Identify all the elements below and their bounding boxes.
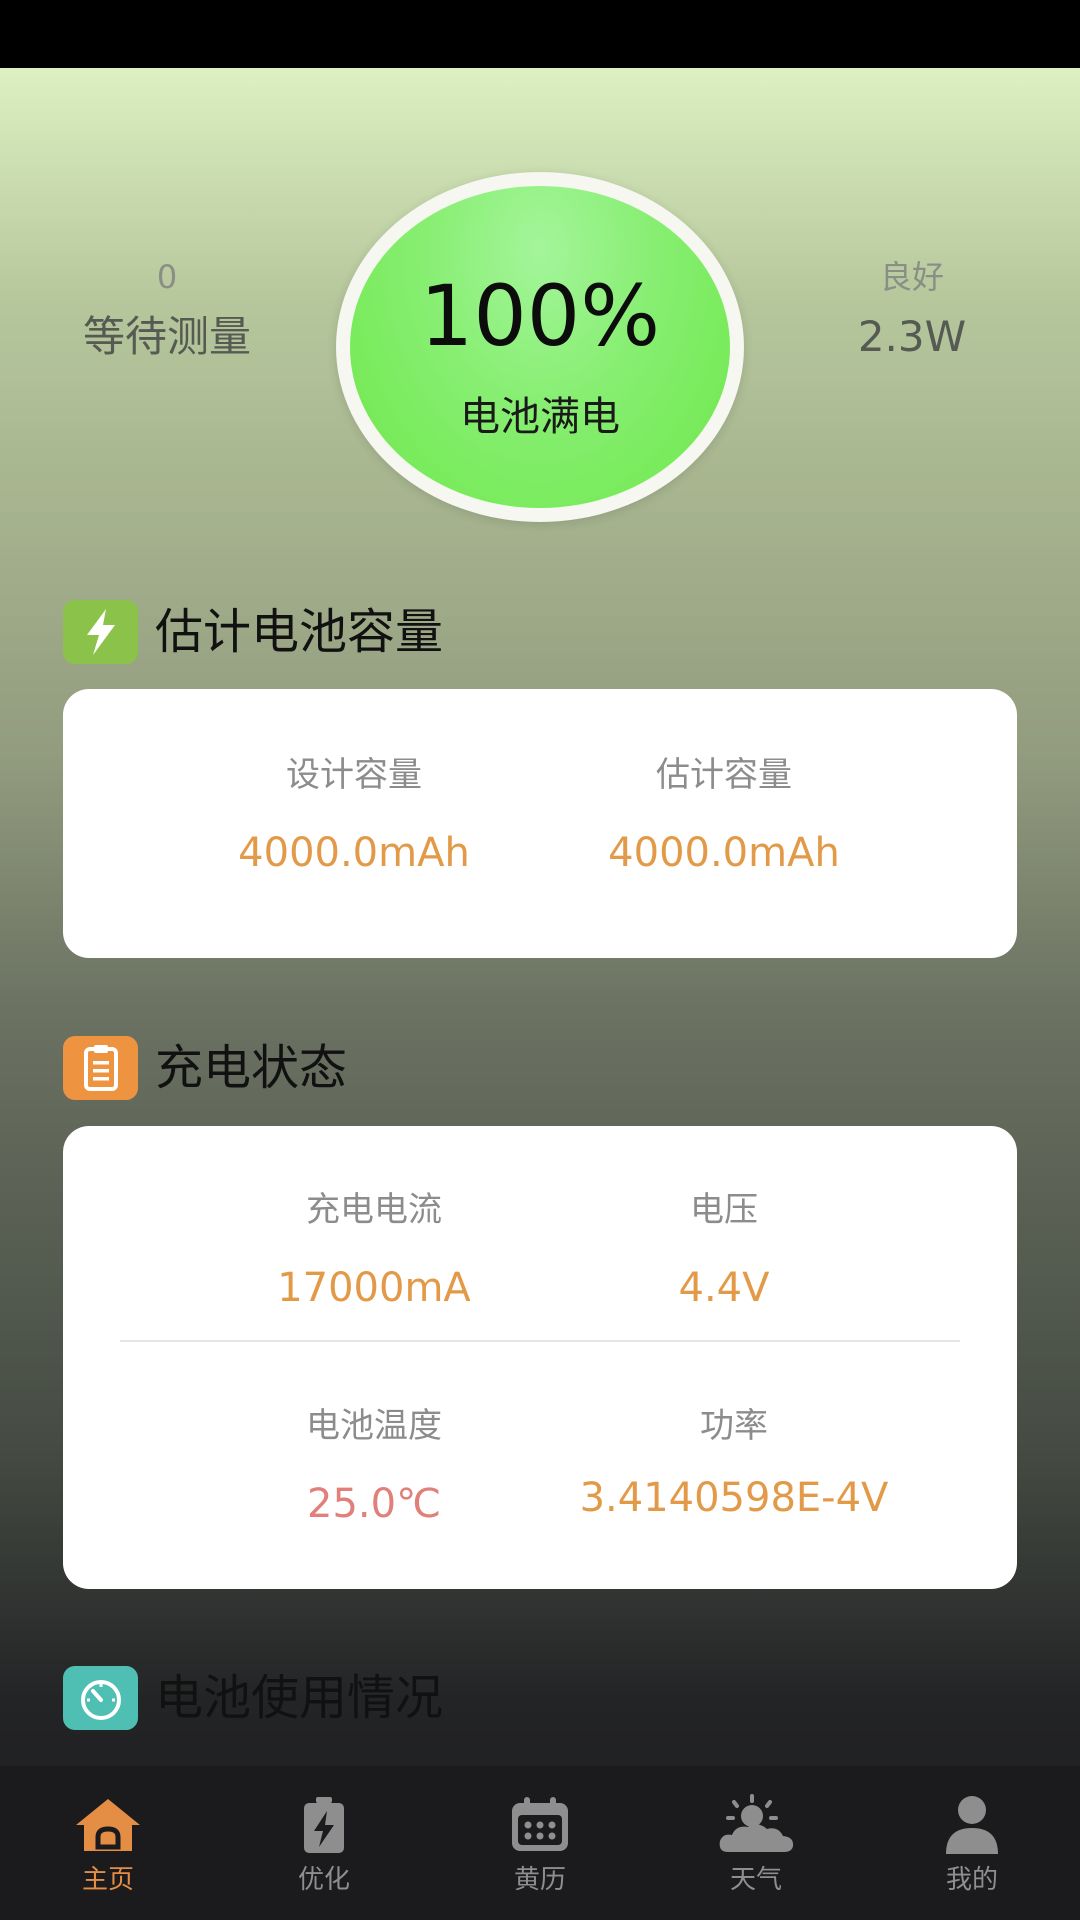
status-bar <box>0 0 1080 68</box>
right-stat: 良好 2.3W <box>782 255 1042 367</box>
nav-home[interactable]: 主页 <box>38 1790 178 1898</box>
charge-current-label: 充电电流 <box>306 1190 442 1230</box>
card-divider <box>120 1340 960 1342</box>
charge-current-value: 17000mA <box>277 1265 471 1311</box>
power-value: 3.4140598E-4V <box>579 1475 889 1521</box>
capacity-card: 设计容量 4000.0mAh 估计容量 4000.0mAh <box>63 689 1017 958</box>
nav-profile[interactable]: 我的 <box>902 1790 1042 1898</box>
nav-almanac[interactable]: 黄历 <box>470 1790 610 1898</box>
lightning-icon <box>63 600 138 664</box>
health-status: 良好 <box>879 258 944 296</box>
battery-temperature-value: 25.0℃ <box>307 1481 441 1527</box>
usage-section-header: 电池使用情况 <box>63 1666 443 1730</box>
nav-weather-label: 天气 <box>729 1865 782 1895</box>
charge-current: 充电电流 17000mA <box>209 1188 539 1314</box>
left-stat: 0 等待测量 <box>37 255 297 367</box>
speedometer-icon <box>63 1666 138 1730</box>
estimated-capacity-label: 估计容量 <box>656 755 792 795</box>
battery-status-label: 电池满电 <box>460 394 620 440</box>
charge-section-header: 充电状态 <box>63 1036 347 1100</box>
design-capacity: 设计容量 4000.0mAh <box>189 753 519 879</box>
design-capacity-value: 4000.0mAh <box>238 830 470 876</box>
capacity-section-header: 估计电池容量 <box>63 600 443 664</box>
nav-almanac-label: 黄历 <box>513 1865 566 1895</box>
power: 功率 3.4140598E-4V <box>569 1404 899 1524</box>
battery-gauge: 100% 电池满电 <box>336 172 744 522</box>
voltage-value: 4.4V <box>678 1265 770 1311</box>
nav-profile-label: 我的 <box>945 1865 998 1895</box>
clipboard-icon <box>63 1036 138 1100</box>
voltage-label: 电压 <box>690 1190 758 1230</box>
nav-optimize-label: 优化 <box>297 1865 350 1895</box>
capacity-section-title: 估计电池容量 <box>155 604 444 660</box>
calendar-icon <box>500 1790 580 1860</box>
user-icon <box>932 1790 1012 1860</box>
usage-section-title: 电池使用情况 <box>155 1670 444 1726</box>
home-icon <box>68 1790 148 1860</box>
design-capacity-label: 设计容量 <box>286 755 422 795</box>
left-stat-count: 0 <box>156 258 178 296</box>
battery-bolt-icon <box>284 1790 364 1860</box>
nav-home-label: 主页 <box>81 1865 134 1895</box>
charge-section-title: 充电状态 <box>155 1040 348 1096</box>
estimated-capacity: 估计容量 4000.0mAh <box>559 753 889 879</box>
power-label: 功率 <box>700 1406 768 1446</box>
battery-temperature: 电池温度 25.0℃ <box>209 1404 539 1530</box>
battery-gauge-core: 100% 电池满电 <box>350 186 730 508</box>
charge-card: 充电电流 17000mA 电压 4.4V 电池温度 25.0℃ 功率 3.414… <box>63 1126 1017 1589</box>
estimated-capacity-value: 4000.0mAh <box>608 830 840 876</box>
weather-icon <box>716 1790 796 1860</box>
left-stat-label: 等待测量 <box>82 312 251 361</box>
voltage: 电压 4.4V <box>559 1188 889 1314</box>
battery-temperature-label: 电池温度 <box>306 1406 442 1446</box>
bottom-nav: 主页 优化 黄历 天气 我的 <box>0 1766 1080 1920</box>
nav-weather[interactable]: 天气 <box>686 1790 826 1898</box>
power-reading: 2.3W <box>857 312 967 361</box>
nav-optimize[interactable]: 优化 <box>254 1790 394 1898</box>
battery-percentage: 100% <box>419 267 661 365</box>
